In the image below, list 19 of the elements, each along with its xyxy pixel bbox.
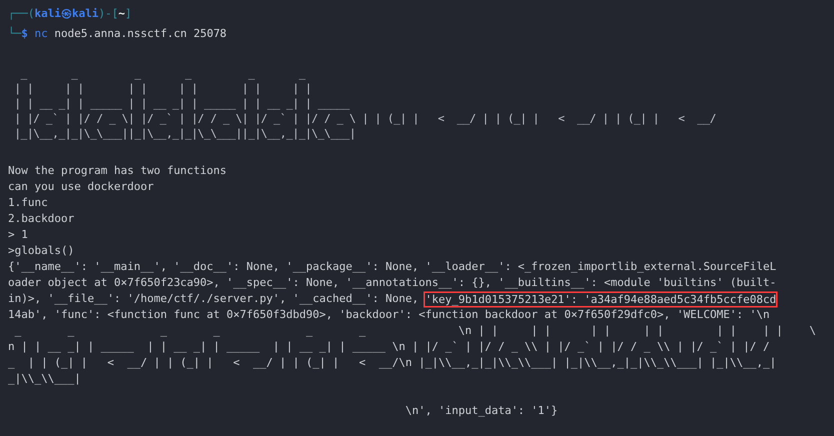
output-line: > 1: [8, 227, 29, 243]
output-line: _ | | (_| | < __/ | | (_| | < __/ | | (_| | < __/\n |_|\\__,_|_|\\_\\___| |_|\\__,_|_|\\_\\___| |_|\\__,_|: [8, 355, 778, 371]
output-line: 14ab', 'func': <function func at 0×7f650f3dbd90>, 'backdoor': <function backdoor at 0×7f650f29dfc0>, 'WELCOME': '\n: [8, 307, 771, 323]
output-line: n | | __ _| | _____ | | __ _| | _____ | | __ _| | _____ \n | |/ _` | |/ / _ \\ | |/ _` | |/ / _ \\ | |/ _` | |/ /: [8, 339, 771, 355]
output-line: Now the program has two functions: [8, 163, 228, 179]
output-line: _|\\_\\___|: [8, 371, 82, 387]
output-line: oader object at 0×7f650f23ca90>, '__spec__': None, '__annotations__': {}, '__builtins__': <module 'builtins' (built-: [8, 275, 778, 291]
banner-text: _ _ _ _ _ _ | | | | | | | | | | | | | | __ _| | _____ | | __ _| | _____ | | __ _| | _____ | |/ _` | |/ / _ \| |/ _` | |/ / _ \| |/ _` | |/ / _ \ | | (_| | < __/ | | (_| | < __/ | | (_| | < __/ |_|\__,_|_|\_\___||_|\__,_|_|\_\___||_|\__,_|_|\_\___|: [13, 66, 716, 141]
output-line: 2.backdoor: [8, 211, 76, 227]
output-line: \n', 'input_data': '1'}: [404, 403, 559, 419]
command-line: └─$ nc node5.anna.nssctf.cn 25078: [8, 26, 227, 42]
output-line: >globals(): [8, 243, 76, 259]
output-line: 1.func: [8, 195, 49, 211]
output-line: _ _ _ _ _ _ \n | | | | | | | | | | | | \: [14, 323, 817, 339]
output-line: {'__name__': '__main__', '__doc__': None, '__package__': None, '__loader__': <_frozen_importlib_external.SourceFileL: [8, 259, 778, 275]
output-line: can you use dockerdoor: [8, 179, 155, 195]
output-line: in)>, '__file__': '/home/ctf/./server.py', '__cached__': None,: [8, 292, 420, 305]
prompt-line: ┌──(kali㉿kali)-[~]: [8, 6, 132, 22]
highlighted-key: 'key_9b1d015375213e21': 'a34af94e88aed5c34fb5ccfe08cd: [425, 292, 776, 306]
